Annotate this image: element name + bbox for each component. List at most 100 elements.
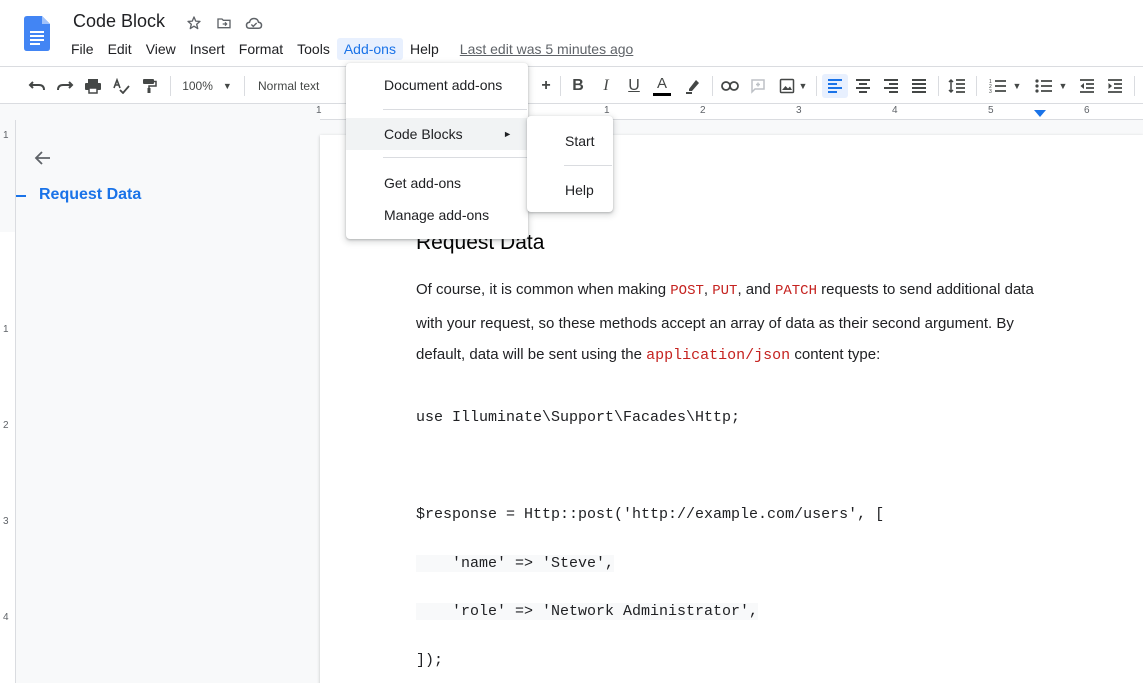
document-title[interactable]: Code Block bbox=[73, 11, 165, 32]
code-blocks-submenu: Start Help bbox=[527, 116, 613, 212]
decrease-indent-icon[interactable] bbox=[1076, 74, 1098, 98]
ruler-number: 1 bbox=[604, 105, 610, 116]
bold-icon[interactable]: B bbox=[567, 74, 589, 98]
chevron-down-icon: ▼ bbox=[222, 81, 232, 91]
docs-logo-icon[interactable] bbox=[24, 16, 50, 51]
comment-icon[interactable] bbox=[747, 74, 769, 98]
ruler-number: 4 bbox=[892, 105, 898, 116]
menu-edit[interactable]: Edit bbox=[101, 38, 139, 60]
code-line-3: 'name' => 'Steve', bbox=[416, 555, 615, 572]
font-size-increase-button[interactable]: + bbox=[536, 74, 556, 98]
last-edit-link[interactable]: Last edit was 5 minutes ago bbox=[460, 41, 634, 57]
paragraph-text: , and bbox=[737, 281, 775, 298]
outline-item-request-data[interactable]: Request Data bbox=[39, 186, 141, 204]
vruler-number: 4 bbox=[3, 612, 9, 623]
underline-icon[interactable]: U bbox=[623, 74, 645, 98]
menubar: File Edit View Insert Format Tools Add-o… bbox=[64, 36, 633, 62]
ruler-number: 2 bbox=[700, 105, 706, 116]
highlight-icon[interactable] bbox=[682, 74, 704, 98]
paragraph-text: default, data will be sent using the bbox=[416, 346, 647, 363]
paragraph-text: , bbox=[703, 281, 713, 298]
paragraph-text: Of course, it is common when making bbox=[416, 281, 671, 298]
star-icon[interactable] bbox=[184, 13, 204, 33]
inline-code-post: POST bbox=[670, 283, 704, 299]
numbered-list-icon[interactable]: 1 2 3 ▼ bbox=[984, 74, 1026, 98]
zoom-value: 100% bbox=[182, 79, 213, 93]
chevron-down-icon: ▼ bbox=[1058, 81, 1068, 91]
code-line-2: $response = Http::post('http://example.c… bbox=[416, 506, 885, 523]
chevron-down-icon: ▼ bbox=[798, 81, 808, 91]
menu-item-manage-addons[interactable]: Manage add-ons bbox=[346, 199, 528, 231]
text-color-icon[interactable]: A bbox=[651, 74, 673, 98]
zoom-select[interactable]: 100% ▼ bbox=[176, 74, 238, 98]
menu-insert[interactable]: Insert bbox=[183, 38, 232, 60]
vruler-number: 2 bbox=[3, 420, 9, 431]
spellcheck-icon[interactable] bbox=[110, 74, 132, 98]
paint-format-icon[interactable] bbox=[138, 74, 160, 98]
ruler-number: 3 bbox=[796, 105, 802, 116]
menu-item-label: Code Blocks bbox=[384, 126, 463, 142]
code-line-5: ]); bbox=[416, 652, 444, 669]
justify-icon[interactable] bbox=[908, 74, 930, 98]
inline-code-put: PUT bbox=[712, 283, 738, 299]
ruler-track: 1 2 3 4 bbox=[0, 232, 15, 683]
menu-view[interactable]: View bbox=[139, 38, 183, 60]
move-to-folder-icon[interactable] bbox=[214, 13, 234, 33]
vruler-number: 3 bbox=[3, 516, 9, 527]
toolbar: 100% ▼ Normal text + B I U A ▼ 1 2 3 ▼ ▼ bbox=[0, 66, 1143, 104]
paragraph-text: content type: bbox=[790, 346, 881, 363]
vertical-ruler[interactable]: 1 1 2 3 4 bbox=[0, 120, 16, 683]
line-spacing-icon[interactable] bbox=[945, 74, 969, 98]
align-left-icon[interactable] bbox=[822, 74, 848, 98]
menu-item-get-addons[interactable]: Get add-ons bbox=[346, 167, 528, 199]
paragraph-line-2: with your request, so these methods acce… bbox=[416, 315, 1014, 332]
italic-icon[interactable]: I bbox=[595, 74, 617, 98]
addons-menu: Document add-ons Code Blocks ► Get add-o… bbox=[346, 63, 528, 239]
vruler-number: 1 bbox=[3, 130, 9, 141]
chevron-down-icon: ▼ bbox=[1012, 81, 1022, 91]
outline-active-marker bbox=[16, 195, 26, 197]
vruler-number: 1 bbox=[3, 324, 9, 335]
arrow-back-icon[interactable] bbox=[33, 148, 53, 168]
print-icon[interactable] bbox=[82, 74, 104, 98]
header: Code Block File Edit View Insert Format … bbox=[0, 0, 1143, 66]
menu-divider bbox=[564, 165, 612, 166]
inline-code-patch: PATCH bbox=[774, 283, 817, 299]
menu-divider bbox=[383, 109, 527, 110]
menu-item-document-addons[interactable]: Document add-ons bbox=[346, 69, 528, 101]
undo-icon[interactable] bbox=[26, 74, 48, 98]
menu-help[interactable]: Help bbox=[403, 38, 446, 60]
menu-file[interactable]: File bbox=[64, 38, 101, 60]
submenu-arrow-icon: ► bbox=[503, 129, 512, 139]
menu-format[interactable]: Format bbox=[232, 38, 290, 60]
menu-addons[interactable]: Add-ons bbox=[336, 38, 403, 60]
plus-icon: + bbox=[541, 77, 551, 94]
code-line-4: 'role' => 'Network Administrator', bbox=[416, 603, 759, 620]
paragraph-text: requests to send additional data bbox=[816, 281, 1034, 298]
right-indent-marker-icon[interactable] bbox=[1034, 110, 1046, 118]
image-icon[interactable]: ▼ bbox=[775, 74, 811, 98]
menu-divider bbox=[383, 157, 527, 158]
paragraph-line-1: Of course, it is common when making POST… bbox=[416, 281, 1034, 299]
ruler-number: 1 bbox=[316, 105, 322, 116]
docs-window: Code Block File Edit View Insert Format … bbox=[0, 0, 1143, 683]
ruler-number: 5 bbox=[988, 105, 994, 116]
style-value: Normal text bbox=[258, 79, 320, 93]
link-icon[interactable] bbox=[719, 74, 741, 98]
paragraph-line-3: default, data will be sent using the app… bbox=[416, 346, 880, 364]
svg-text:3: 3 bbox=[989, 89, 992, 94]
menu-tools[interactable]: Tools bbox=[290, 38, 337, 60]
submenu-item-help[interactable]: Help bbox=[527, 174, 613, 206]
redo-icon[interactable] bbox=[54, 74, 76, 98]
cloud-saved-icon[interactable] bbox=[244, 13, 264, 33]
increase-indent-icon[interactable] bbox=[1104, 74, 1126, 98]
style-select[interactable]: Normal text bbox=[250, 74, 350, 98]
bulleted-list-icon[interactable]: ▼ bbox=[1030, 74, 1072, 98]
code-line-1: use Illuminate\Support\Facades\Http; bbox=[416, 409, 741, 426]
align-center-icon[interactable] bbox=[852, 74, 874, 98]
ruler-number: 6 bbox=[1084, 105, 1090, 116]
menu-item-code-blocks[interactable]: Code Blocks ► bbox=[346, 118, 528, 150]
align-right-icon[interactable] bbox=[880, 74, 902, 98]
inline-code-json: application/json bbox=[646, 347, 791, 364]
submenu-item-start[interactable]: Start bbox=[527, 125, 613, 157]
